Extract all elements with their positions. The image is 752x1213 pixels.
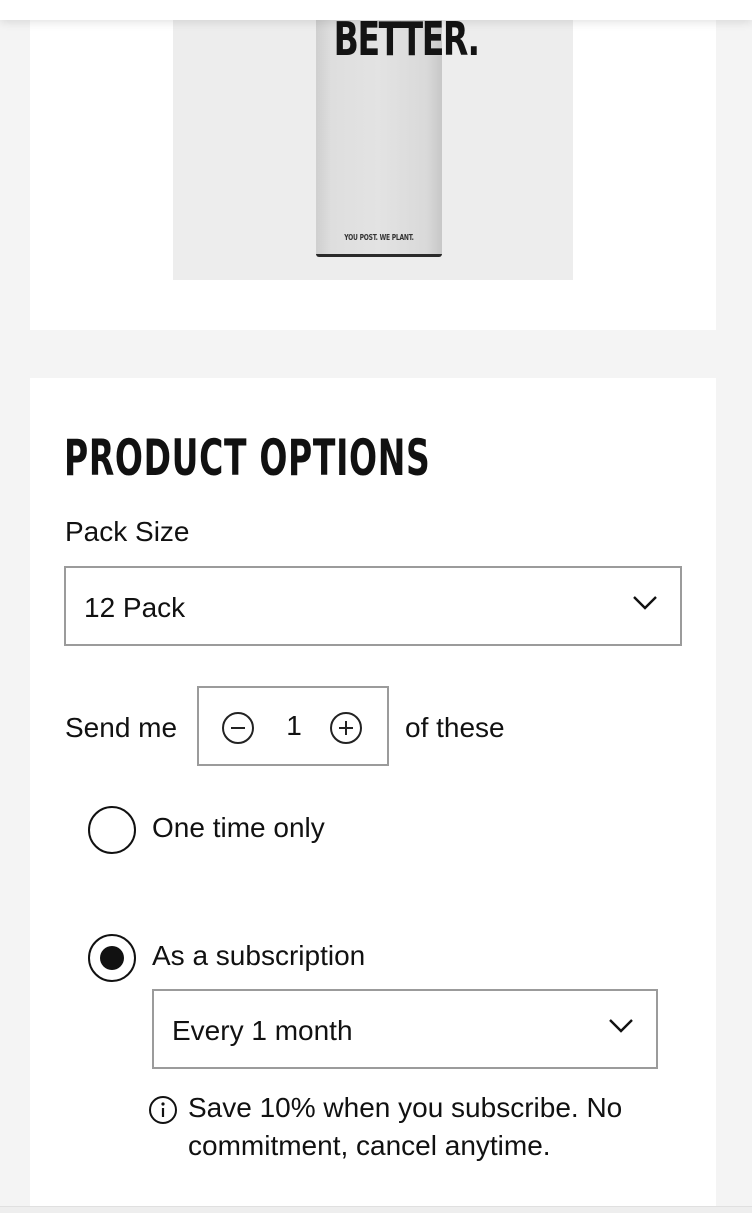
pack-size-select[interactable]: 12 Pack	[64, 566, 682, 646]
subscription-savings-note: Save 10% when you subscribe. No commitme…	[188, 1092, 623, 1161]
top-header-edge	[0, 0, 752, 20]
quantity-stepper: 1	[197, 686, 389, 766]
minus-circle-icon[interactable]	[221, 711, 255, 745]
info-circle-icon	[149, 1096, 177, 1124]
frequency-value: Every 1 month	[172, 1015, 353, 1046]
carton-tagline: YOU POST. WE PLANT.	[344, 233, 414, 242]
chevron-down-icon	[609, 1019, 633, 1033]
section-title: PRODUCT OPTIONS	[64, 429, 431, 487]
one-time-radio[interactable]	[88, 806, 136, 854]
product-carton: IS BETTER. YOU POST. WE PLANT.	[316, 0, 480, 257]
pack-size-label: Pack Size	[65, 516, 190, 547]
one-time-label[interactable]: One time only	[152, 812, 325, 844]
chevron-down-icon	[633, 596, 657, 610]
product-options-card: PRODUCT OPTIONS Pack Size 12 Pack Send m…	[30, 378, 716, 1212]
subscription-radio[interactable]	[88, 934, 136, 982]
pack-size-value: 12 Pack	[84, 592, 186, 623]
carton-headline: BETTER.	[333, 12, 480, 66]
send-me-label: Send me	[65, 712, 178, 743]
frequency-select[interactable]: Every 1 month	[152, 989, 658, 1069]
plus-circle-icon[interactable]	[329, 711, 363, 745]
quantity-value[interactable]: 1	[277, 710, 311, 742]
radio-selected-dot	[100, 946, 124, 970]
of-these-label: of these	[405, 712, 505, 743]
product-image: IS BETTER. YOU POST. WE PLANT.	[173, 0, 573, 280]
subscription-label[interactable]: As a subscription	[152, 940, 365, 972]
product-image-card: IS BETTER. YOU POST. WE PLANT.	[30, 0, 716, 330]
